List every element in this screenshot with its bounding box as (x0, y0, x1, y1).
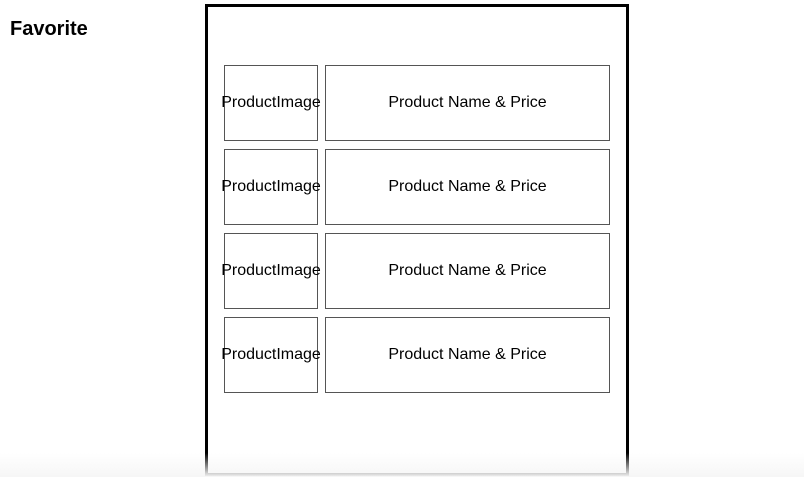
product-image-label-line1: Product (221, 178, 277, 195)
product-image-label-line2: Image (276, 346, 321, 363)
product-name-price-label: Product Name & Price (388, 262, 547, 279)
page-title: Favorite (10, 18, 88, 40)
product-image-placeholder[interactable]: Product Image (221, 65, 321, 141)
wireframe-page: Favorite Product Image Product Name & Pr… (0, 0, 804, 477)
product-name-price[interactable]: Product Name & Price (325, 317, 610, 393)
favorite-item[interactable]: Product Image Product Name & Price (221, 233, 612, 309)
product-image-label-line2: Image (276, 94, 321, 111)
product-image-label-line1: Product (221, 346, 277, 363)
favorite-item[interactable]: Product Image Product Name & Price (221, 149, 612, 225)
product-name-price[interactable]: Product Name & Price (325, 65, 610, 141)
product-image-label-line1: Product (221, 94, 277, 111)
product-name-price-label: Product Name & Price (388, 346, 547, 363)
favorite-item[interactable]: Product Image Product Name & Price (221, 317, 612, 393)
product-image-label-line2: Image (276, 262, 321, 279)
product-image-placeholder[interactable]: Product Image (221, 233, 321, 309)
product-image-placeholder[interactable]: Product Image (221, 149, 321, 225)
product-name-price-label: Product Name & Price (388, 94, 547, 111)
favorite-item[interactable]: Product Image Product Name & Price (221, 65, 612, 141)
product-name-price[interactable]: Product Name & Price (325, 149, 610, 225)
product-image-placeholder[interactable]: Product Image (221, 317, 321, 393)
product-name-price-label: Product Name & Price (388, 178, 547, 195)
product-image-label-line1: Product (221, 262, 277, 279)
favorite-list: Product Image Product Name & Price Produ… (221, 65, 612, 401)
phone-frame: Product Image Product Name & Price Produ… (205, 4, 629, 476)
product-image-label-line2: Image (276, 178, 321, 195)
product-name-price[interactable]: Product Name & Price (325, 233, 610, 309)
